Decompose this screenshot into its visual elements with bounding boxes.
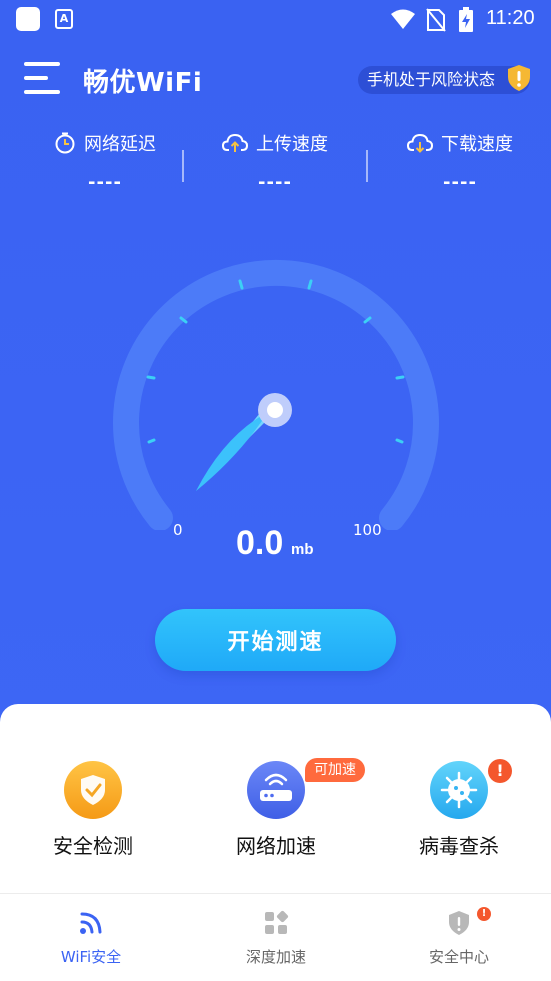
tool-label: 网络加速 xyxy=(236,834,316,858)
tool-security-check[interactable]: 安全检测 xyxy=(18,760,168,859)
virus-icon xyxy=(430,761,488,819)
grid-icon xyxy=(265,910,289,934)
nav-label: WiFi安全 xyxy=(60,948,122,966)
nav-wifi-security[interactable]: WiFi安全 xyxy=(21,910,161,967)
menu-line xyxy=(24,90,60,94)
menu-button[interactable] xyxy=(24,62,60,96)
menu-line xyxy=(24,76,48,80)
gauge-hub-center xyxy=(267,402,283,418)
gauge-max-label: 100 xyxy=(353,521,382,539)
metric-value: ---- xyxy=(443,172,477,193)
start-speed-test-button[interactable]: 开始测速 xyxy=(155,609,396,671)
gauge-min-label: 0 xyxy=(173,521,183,539)
shield-check-icon xyxy=(64,761,122,819)
metric-label: 上传速度 xyxy=(256,134,328,155)
wifi-signal-icon xyxy=(391,9,415,29)
router-icon xyxy=(247,761,305,819)
divider xyxy=(182,150,184,182)
wifi-icon xyxy=(80,912,102,934)
menu-line xyxy=(24,62,60,66)
clock-icon xyxy=(55,132,75,154)
shield-icon xyxy=(449,911,469,935)
virus-alert-badge: ! xyxy=(488,759,512,783)
speed-unit: mb xyxy=(291,541,314,558)
nav-deep-boost[interactable]: 深度加速 xyxy=(206,910,346,967)
metric-download: 下载速度 ---- xyxy=(380,130,540,193)
metric-latency: 网络延迟 ---- xyxy=(25,130,185,193)
metric-upload: 上传速度 ---- xyxy=(195,130,355,193)
font-notification-icon: A xyxy=(55,9,73,29)
nav-security-center[interactable]: 安全中心 xyxy=(389,910,529,967)
no-sim-icon xyxy=(426,8,446,32)
nav-divider xyxy=(0,893,551,894)
app-title: 畅优WiFi xyxy=(83,68,203,98)
divider xyxy=(366,150,368,182)
battery-charging-icon xyxy=(459,7,473,32)
tool-label: 病毒查杀 xyxy=(419,834,499,858)
status-bar: A 11:20 xyxy=(0,0,551,38)
nav-label: 深度加速 xyxy=(245,948,306,966)
warning-shield-icon xyxy=(508,65,530,91)
app-notification-icon xyxy=(16,7,40,31)
gauge-needle-body xyxy=(196,412,268,491)
speed-value: 0.0 xyxy=(236,524,284,562)
metric-value: ---- xyxy=(258,172,292,193)
metric-label: 下载速度 xyxy=(441,134,513,155)
download-cloud-icon xyxy=(407,133,433,153)
metric-value: ---- xyxy=(88,172,122,193)
risk-status-text: 手机处于风险状态 xyxy=(367,70,496,89)
clock-time: 11:20 xyxy=(486,7,535,29)
tool-virus-scan[interactable]: 病毒查杀 xyxy=(384,760,534,859)
metric-label: 网络延迟 xyxy=(84,134,156,155)
speed-gauge xyxy=(113,259,439,530)
risk-status-pill[interactable]: 手机处于风险状态 xyxy=(358,66,530,94)
boost-available-badge: 可加速 xyxy=(305,758,365,782)
security-center-alert-badge: ! xyxy=(477,907,491,921)
nav-label: 安全中心 xyxy=(428,948,489,966)
tool-label: 安全检测 xyxy=(53,834,133,858)
upload-cloud-icon xyxy=(222,133,248,152)
